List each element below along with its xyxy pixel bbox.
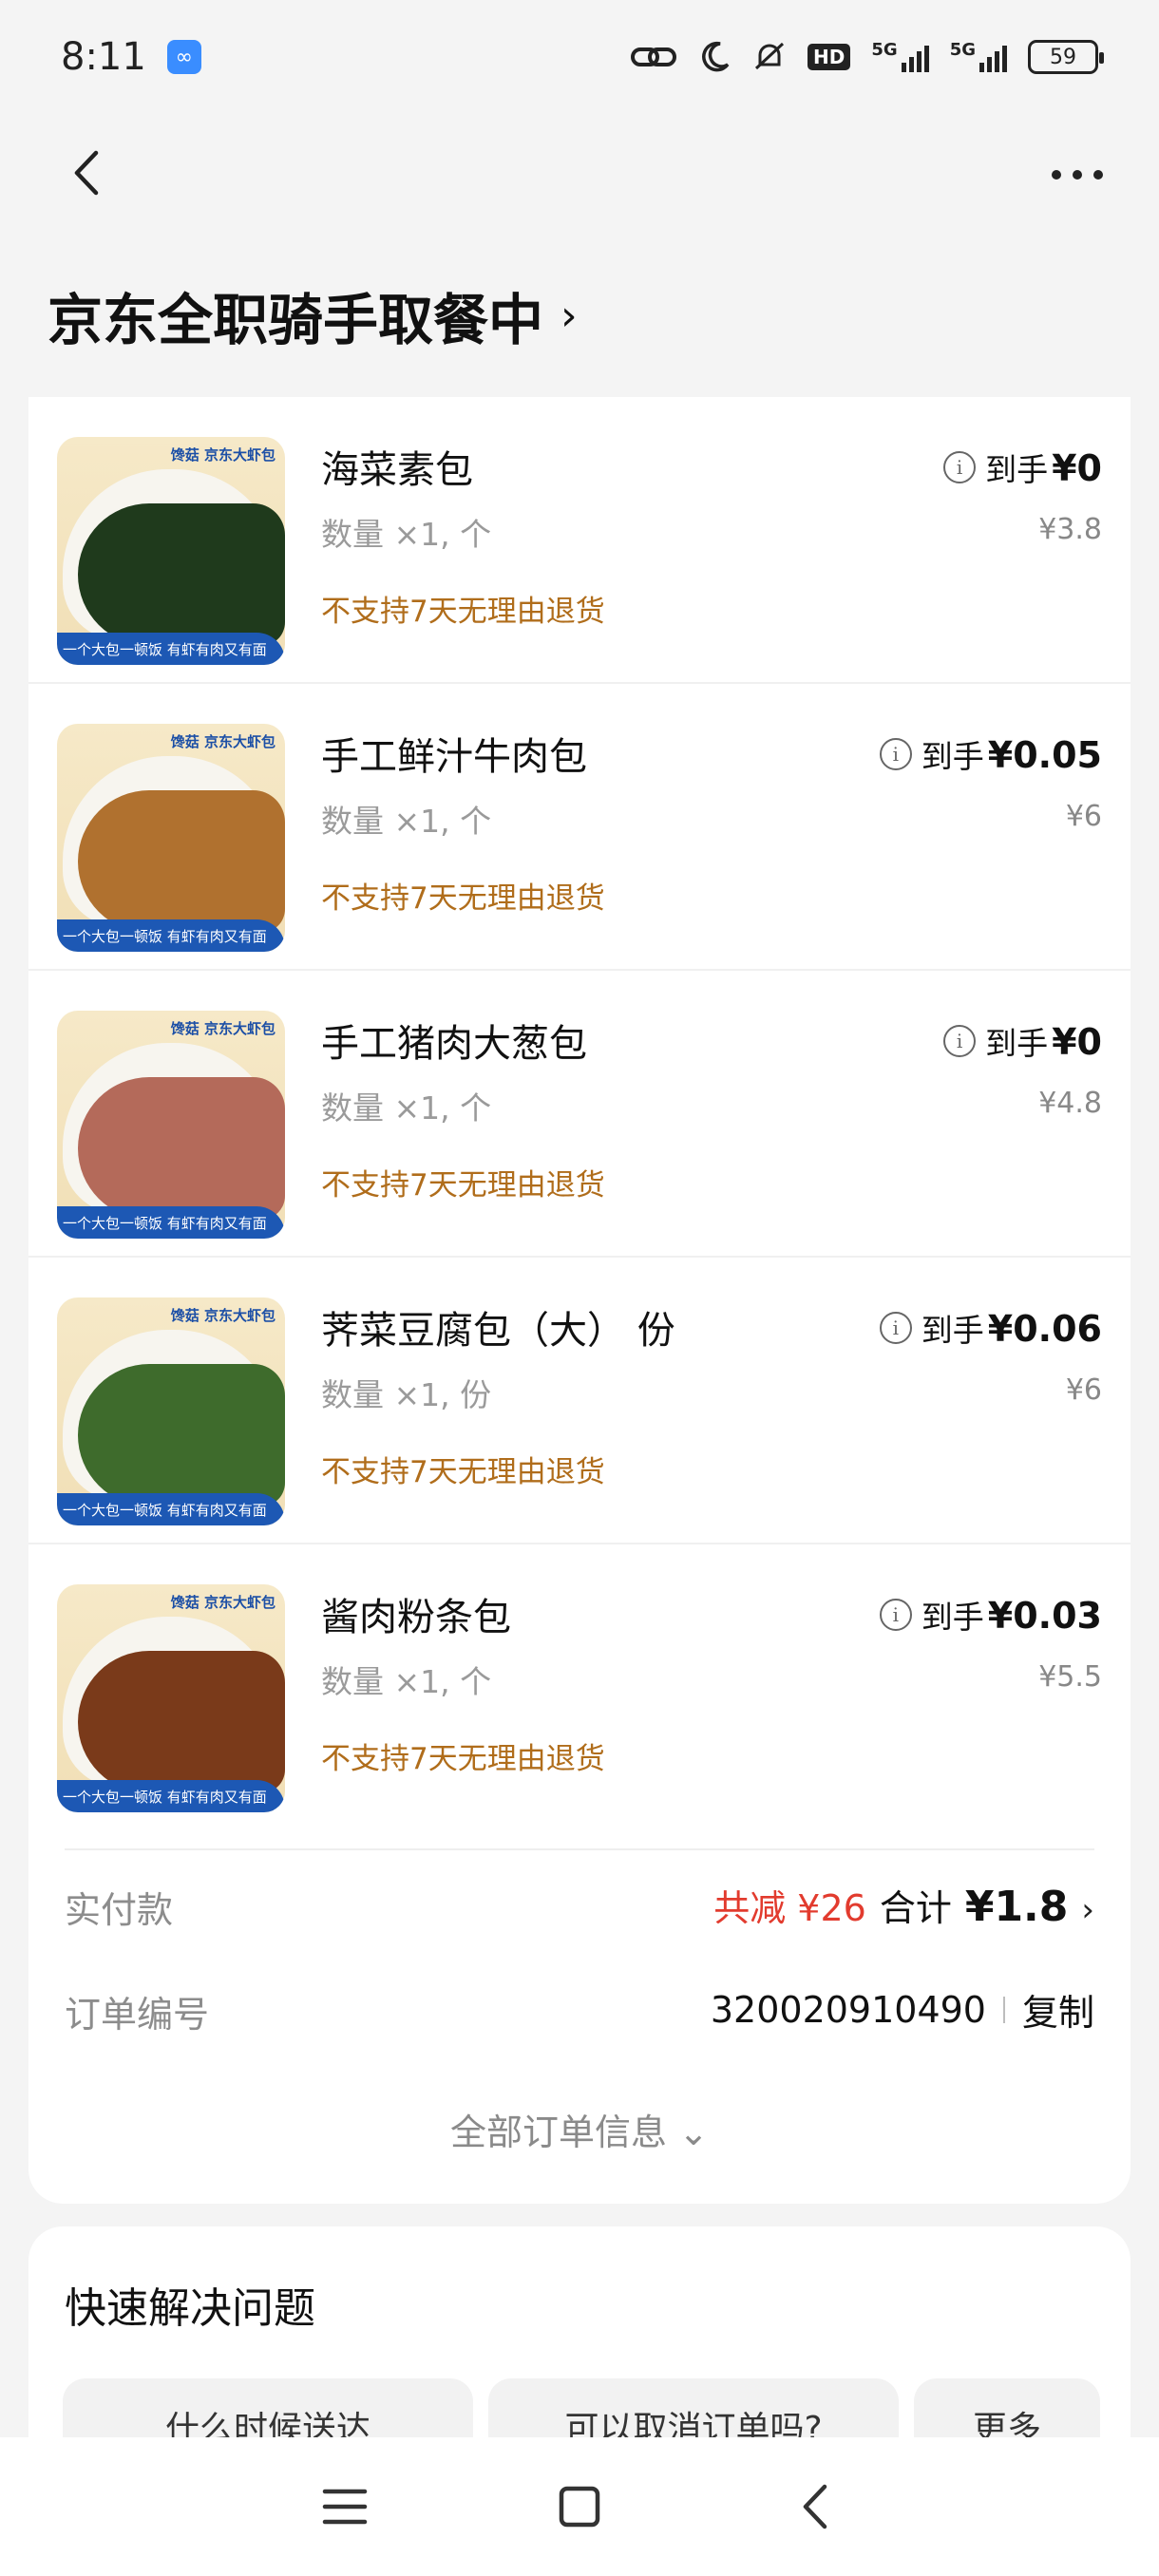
- item-name: 荠菜豆腐包（大） 份: [321, 1309, 675, 1353]
- bell-muted-icon: [752, 38, 787, 76]
- item-price: i 到手 ¥0.03: [879, 1592, 1102, 1638]
- more-button[interactable]: [1039, 146, 1115, 203]
- return-policy: 不支持7天无理由退货: [321, 1742, 605, 1776]
- list-item[interactable]: 馋菇 京东大虾包 一个大包一顿饭 有虾有肉又有面 海菜素包 数量 ×1, 个 不…: [28, 397, 1130, 684]
- item-quantity: 数量 ×1, 个: [321, 1089, 492, 1127]
- separator: [1002, 1996, 1005, 2023]
- chevron-right-icon: ›: [1081, 1891, 1094, 1929]
- info-icon[interactable]: i: [879, 1599, 912, 1631]
- list-item[interactable]: 馋菇 京东大虾包 一个大包一顿饭 有虾有肉又有面 手工鲜汁牛肉包 数量 ×1, …: [28, 684, 1130, 971]
- info-icon[interactable]: i: [943, 451, 977, 483]
- home-icon: [559, 2486, 600, 2528]
- order-card: 馋菇 京东大虾包 一个大包一顿饭 有虾有肉又有面 海菜素包 数量 ×1, 个 不…: [28, 397, 1130, 2204]
- home-key[interactable]: [542, 2469, 618, 2545]
- return-policy: 不支持7天无理由退货: [321, 595, 605, 629]
- battery-icon: 59: [1028, 40, 1104, 74]
- original-price: ¥5.5: [1038, 1660, 1102, 1694]
- link-icon: [631, 38, 677, 76]
- link-app-icon: ∞: [166, 40, 201, 74]
- original-price: ¥6: [1065, 800, 1102, 833]
- item-quantity: 数量 ×1, 份: [321, 1376, 492, 1413]
- chevron-left-icon: [74, 150, 99, 196]
- list-item[interactable]: 馋菇 京东大虾包 一个大包一顿饭 有虾有肉又有面 酱肉粉条包 数量 ×1, 个 …: [28, 1544, 1130, 1831]
- order-status-title[interactable]: 京东全职骑手取餐中 ›: [48, 275, 578, 355]
- list-item[interactable]: 馋菇 京东大虾包 一个大包一顿饭 有虾有肉又有面 荠菜豆腐包（大） 份 数量 ×…: [28, 1258, 1130, 1544]
- return-policy: 不支持7天无理由退货: [321, 1168, 605, 1203]
- copy-button[interactable]: 复制: [1022, 1983, 1094, 2036]
- info-icon[interactable]: i: [943, 1025, 977, 1057]
- back-icon: [803, 2484, 826, 2529]
- quick-solve-title: 快速解决问题: [65, 2284, 315, 2333]
- original-price: ¥6: [1065, 1373, 1102, 1407]
- item-quantity: 数量 ×1, 个: [321, 803, 492, 840]
- product-image: 馋菇 京东大虾包 一个大包一顿饭 有虾有肉又有面: [57, 1297, 285, 1525]
- info-icon[interactable]: i: [879, 738, 912, 770]
- signal-icon-1: 5G: [871, 42, 929, 72]
- order-number-row: 320020910490 复制: [711, 1983, 1094, 2036]
- back-button[interactable]: [57, 144, 114, 201]
- original-price: ¥4.8: [1038, 1087, 1102, 1120]
- nav-bar: [0, 123, 1159, 218]
- list-item[interactable]: 馋菇 京东大虾包 一个大包一顿饭 有虾有肉又有面 手工猪肉大葱包 数量 ×1, …: [28, 971, 1130, 1258]
- item-price: i 到手 ¥0: [943, 445, 1102, 490]
- product-image: 馋菇 京东大虾包 一个大包一顿饭 有虾有肉又有面: [57, 1011, 285, 1239]
- moon-icon: [697, 38, 732, 76]
- total-amount: ¥1.8: [964, 1883, 1069, 1931]
- info-icon[interactable]: i: [879, 1312, 912, 1344]
- signal-icon-2: 5G: [950, 42, 1007, 72]
- page-title: 京东全职骑手取餐中: [48, 288, 544, 352]
- menu-icon: [323, 2489, 368, 2525]
- item-price: i 到手 ¥0.06: [879, 1305, 1102, 1351]
- payment-label: 实付款: [65, 1889, 174, 1931]
- return-policy: 不支持7天无理由退货: [321, 881, 605, 916]
- status-time: 8:11: [61, 35, 146, 79]
- all-order-info-toggle[interactable]: 全部订单信息 ⌄: [28, 2103, 1130, 2155]
- total-label: 合计: [879, 1887, 952, 1929]
- hd-badge: HD: [808, 44, 851, 70]
- discount-amount: 共减 ¥26: [713, 1887, 866, 1929]
- item-name: 海菜素包: [321, 448, 473, 492]
- item-quantity: 数量 ×1, 个: [321, 516, 492, 553]
- item-price: i 到手 ¥0.05: [879, 731, 1102, 777]
- item-name: 手工鲜汁牛肉包: [321, 735, 587, 779]
- product-image: 馋菇 京东大虾包 一个大包一顿饭 有虾有肉又有面: [57, 1584, 285, 1812]
- chevron-right-icon: ›: [560, 291, 578, 340]
- status-icons: HD 5G 5G 59: [631, 38, 1104, 76]
- item-name: 酱肉粉条包: [321, 1596, 511, 1639]
- divider: [65, 1848, 1094, 1850]
- item-quantity: 数量 ×1, 个: [321, 1663, 492, 1700]
- payment-summary[interactable]: 共减 ¥26 合计 ¥1.8 ›: [713, 1879, 1094, 1931]
- status-bar: 8:11 ∞ HD 5G 5G 59: [0, 0, 1159, 114]
- item-name: 手工猪肉大葱包: [321, 1022, 587, 1066]
- return-policy: 不支持7天无理由退货: [321, 1455, 605, 1489]
- item-price: i 到手 ¥0: [943, 1018, 1102, 1064]
- product-image: 馋菇 京东大虾包 一个大包一顿饭 有虾有肉又有面: [57, 724, 285, 952]
- system-nav-bar: [0, 2437, 1159, 2576]
- back-key[interactable]: [776, 2469, 852, 2545]
- order-number: 320020910490: [710, 1988, 986, 2031]
- menu-key[interactable]: [307, 2469, 383, 2545]
- product-image: 馋菇 京东大虾包 一个大包一顿饭 有虾有肉又有面: [57, 437, 285, 665]
- order-number-label: 订单编号: [65, 1994, 210, 2036]
- original-price: ¥3.8: [1038, 513, 1102, 546]
